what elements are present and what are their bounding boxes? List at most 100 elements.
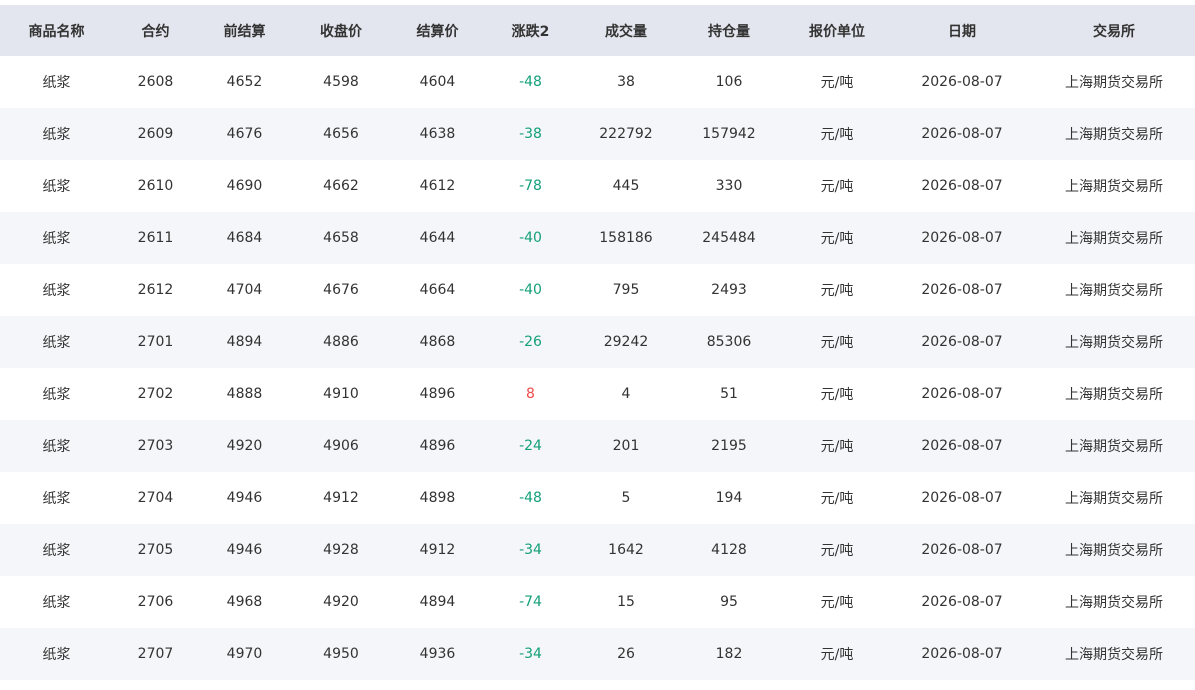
cell-quote-unit: 元/吨 — [783, 264, 891, 316]
cell-date: 2026-08-07 — [891, 108, 1033, 160]
cell-contract: 2610 — [113, 160, 198, 212]
table-body: 纸浆 2608 4652 4598 4604 -48 38 106 元/吨 2026-08-07 上… — [0, 56, 1195, 680]
cell-volume: 1642 — [577, 524, 675, 576]
cell-change: -48 — [484, 56, 577, 108]
cell-exchange: 上海期货交易所 — [1033, 160, 1195, 212]
cell-close-price: 4656 — [291, 108, 391, 160]
cell-exchange: 上海期货交易所 — [1033, 576, 1195, 628]
cell-open-interest: 157942 — [675, 108, 783, 160]
table-row: 纸浆 2612 4704 4676 4664 -40 795 2493 元/吨 2026-08-0… — [0, 264, 1195, 316]
header-prev-settlement: 前结算 — [198, 5, 291, 56]
cell-exchange: 上海期货交易所 — [1033, 316, 1195, 368]
cell-product-name: 纸浆 — [0, 420, 113, 472]
table-row: 纸浆 2609 4676 4656 4638 -38 222792 157942 元/吨 2026… — [0, 108, 1195, 160]
cell-product-name: 纸浆 — [0, 472, 113, 524]
cell-close-price: 4676 — [291, 264, 391, 316]
cell-contract: 2612 — [113, 264, 198, 316]
header-quote-unit: 报价单位 — [783, 5, 891, 56]
cell-change: -78 — [484, 160, 577, 212]
cell-change: -48 — [484, 472, 577, 524]
cell-contract: 2706 — [113, 576, 198, 628]
table-row: 纸浆 2608 4652 4598 4604 -48 38 106 元/吨 2026-08-07 上… — [0, 56, 1195, 108]
cell-volume: 38 — [577, 56, 675, 108]
cell-settlement-price: 4612 — [391, 160, 484, 212]
cell-change: -74 — [484, 576, 577, 628]
header-row: 商品名称 合约 前结算 收盘价 结算价 涨跌2 成交量 持仓量 报价单位 日期 … — [0, 5, 1195, 56]
cell-product-name: 纸浆 — [0, 108, 113, 160]
cell-contract: 2705 — [113, 524, 198, 576]
cell-settlement-price: 4894 — [391, 576, 484, 628]
cell-volume: 4 — [577, 368, 675, 420]
cell-prev-settlement: 4894 — [198, 316, 291, 368]
cell-settlement-price: 4868 — [391, 316, 484, 368]
futures-quote-table: 商品名称 合约 前结算 收盘价 结算价 涨跌2 成交量 持仓量 报价单位 日期 … — [0, 5, 1195, 680]
cell-exchange: 上海期货交易所 — [1033, 524, 1195, 576]
header-exchange: 交易所 — [1033, 5, 1195, 56]
cell-contract: 2707 — [113, 628, 198, 680]
cell-quote-unit: 元/吨 — [783, 420, 891, 472]
cell-volume: 795 — [577, 264, 675, 316]
table-row: 纸浆 2707 4970 4950 4936 -34 26 182 元/吨 2026-08-07 上… — [0, 628, 1195, 680]
cell-exchange: 上海期货交易所 — [1033, 56, 1195, 108]
table-header: 商品名称 合约 前结算 收盘价 结算价 涨跌2 成交量 持仓量 报价单位 日期 … — [0, 5, 1195, 56]
cell-product-name: 纸浆 — [0, 264, 113, 316]
cell-settlement-price: 4638 — [391, 108, 484, 160]
cell-product-name: 纸浆 — [0, 160, 113, 212]
cell-prev-settlement: 4920 — [198, 420, 291, 472]
cell-prev-settlement: 4946 — [198, 524, 291, 576]
cell-close-price: 4662 — [291, 160, 391, 212]
cell-date: 2026-08-07 — [891, 212, 1033, 264]
cell-open-interest: 245484 — [675, 212, 783, 264]
cell-product-name: 纸浆 — [0, 56, 113, 108]
cell-product-name: 纸浆 — [0, 212, 113, 264]
cell-open-interest: 194 — [675, 472, 783, 524]
header-date: 日期 — [891, 5, 1033, 56]
cell-close-price: 4910 — [291, 368, 391, 420]
header-settlement-price: 结算价 — [391, 5, 484, 56]
cell-quote-unit: 元/吨 — [783, 472, 891, 524]
cell-date: 2026-08-07 — [891, 316, 1033, 368]
cell-quote-unit: 元/吨 — [783, 56, 891, 108]
cell-exchange: 上海期货交易所 — [1033, 212, 1195, 264]
table-row: 纸浆 2703 4920 4906 4896 -24 201 2195 元/吨 2026-08-0… — [0, 420, 1195, 472]
cell-exchange: 上海期货交易所 — [1033, 420, 1195, 472]
cell-close-price: 4598 — [291, 56, 391, 108]
cell-volume: 201 — [577, 420, 675, 472]
cell-contract: 2701 — [113, 316, 198, 368]
cell-date: 2026-08-07 — [891, 56, 1033, 108]
cell-date: 2026-08-07 — [891, 472, 1033, 524]
cell-prev-settlement: 4968 — [198, 576, 291, 628]
cell-volume: 5 — [577, 472, 675, 524]
cell-quote-unit: 元/吨 — [783, 368, 891, 420]
cell-close-price: 4906 — [291, 420, 391, 472]
header-close-price: 收盘价 — [291, 5, 391, 56]
cell-exchange: 上海期货交易所 — [1033, 472, 1195, 524]
cell-settlement-price: 4604 — [391, 56, 484, 108]
cell-quote-unit: 元/吨 — [783, 628, 891, 680]
cell-product-name: 纸浆 — [0, 524, 113, 576]
cell-volume: 29242 — [577, 316, 675, 368]
cell-prev-settlement: 4684 — [198, 212, 291, 264]
cell-open-interest: 2195 — [675, 420, 783, 472]
cell-quote-unit: 元/吨 — [783, 524, 891, 576]
cell-close-price: 4912 — [291, 472, 391, 524]
cell-open-interest: 2493 — [675, 264, 783, 316]
header-volume: 成交量 — [577, 5, 675, 56]
table-row: 纸浆 2701 4894 4886 4868 -26 29242 85306 元/吨 2026-0… — [0, 316, 1195, 368]
header-contract: 合约 — [113, 5, 198, 56]
cell-product-name: 纸浆 — [0, 316, 113, 368]
cell-quote-unit: 元/吨 — [783, 576, 891, 628]
cell-settlement-price: 4896 — [391, 368, 484, 420]
cell-change: -38 — [484, 108, 577, 160]
cell-open-interest: 95 — [675, 576, 783, 628]
cell-quote-unit: 元/吨 — [783, 212, 891, 264]
cell-exchange: 上海期货交易所 — [1033, 368, 1195, 420]
cell-contract: 2704 — [113, 472, 198, 524]
cell-date: 2026-08-07 — [891, 420, 1033, 472]
table-row: 纸浆 2704 4946 4912 4898 -48 5 194 元/吨 2026-08-07 上海… — [0, 472, 1195, 524]
cell-prev-settlement: 4704 — [198, 264, 291, 316]
cell-settlement-price: 4936 — [391, 628, 484, 680]
cell-settlement-price: 4898 — [391, 472, 484, 524]
cell-change: -40 — [484, 212, 577, 264]
cell-prev-settlement: 4690 — [198, 160, 291, 212]
